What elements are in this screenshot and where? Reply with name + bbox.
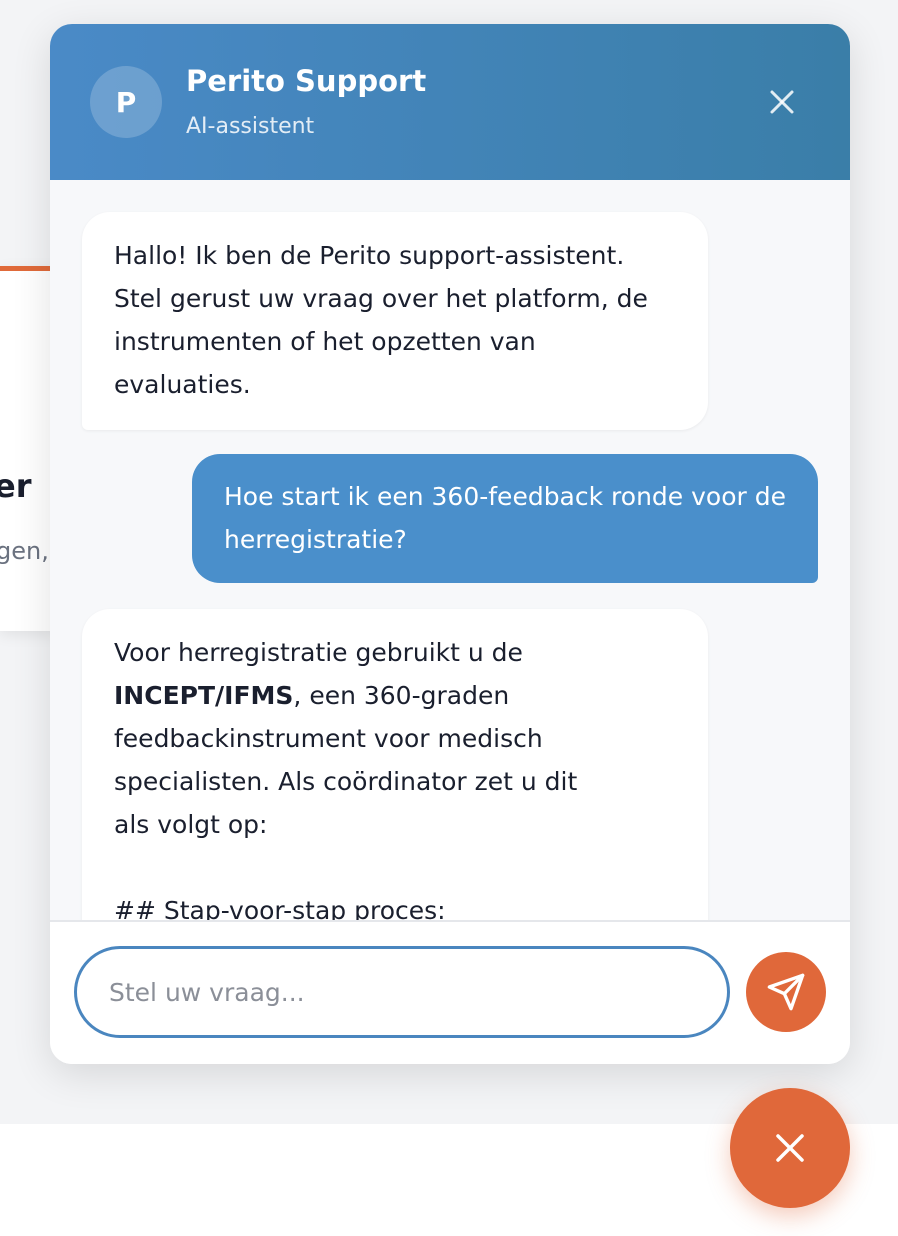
message-text: , een 360-graden: [293, 681, 510, 710]
send-button[interactable]: [746, 952, 826, 1032]
close-chat-button[interactable]: [762, 82, 802, 122]
send-icon: [767, 973, 805, 1011]
message-bold-text: INCEPT/IFMS: [114, 681, 294, 710]
close-icon: [776, 1134, 804, 1162]
chat-title: Perito Support: [186, 64, 427, 98]
avatar: P: [90, 66, 162, 138]
message-line: Voor herregistratie gebruikt u de: [114, 638, 523, 667]
chat-subtitle: AI-assistent: [186, 114, 315, 139]
background-card-subtitle: gen,: [0, 537, 49, 565]
message-line: ## Stap-voor-stap proces:: [114, 896, 446, 920]
chat-widget: P Perito Support AI-assistent Hallo! Ik …: [50, 24, 850, 1064]
message-line: feedbackinstrument voor medisch: [114, 724, 543, 753]
message-line: INCEPT/IFMS, een 360-graden: [114, 674, 676, 717]
chat-header: P Perito Support AI-assistent: [50, 24, 850, 180]
background-card-title: er: [0, 467, 32, 505]
assistant-message: Hallo! Ik ben de Perito support-assisten…: [82, 212, 708, 430]
user-message: Hoe start ik een 360-feedback ronde voor…: [192, 454, 818, 583]
chat-input-area: [50, 920, 850, 1064]
chat-toggle-button[interactable]: [730, 1088, 850, 1208]
assistant-message: Voor herregistratie gebruikt u de INCEPT…: [82, 609, 708, 920]
close-icon: [770, 90, 794, 114]
message-line: specialisten. Als coördinator zet u dit: [114, 767, 578, 796]
message-line: als volgt op:: [114, 810, 268, 839]
chat-input[interactable]: [74, 946, 730, 1038]
message-spacer: [114, 846, 676, 889]
message-list[interactable]: Hallo! Ik ben de Perito support-assisten…: [50, 180, 850, 920]
